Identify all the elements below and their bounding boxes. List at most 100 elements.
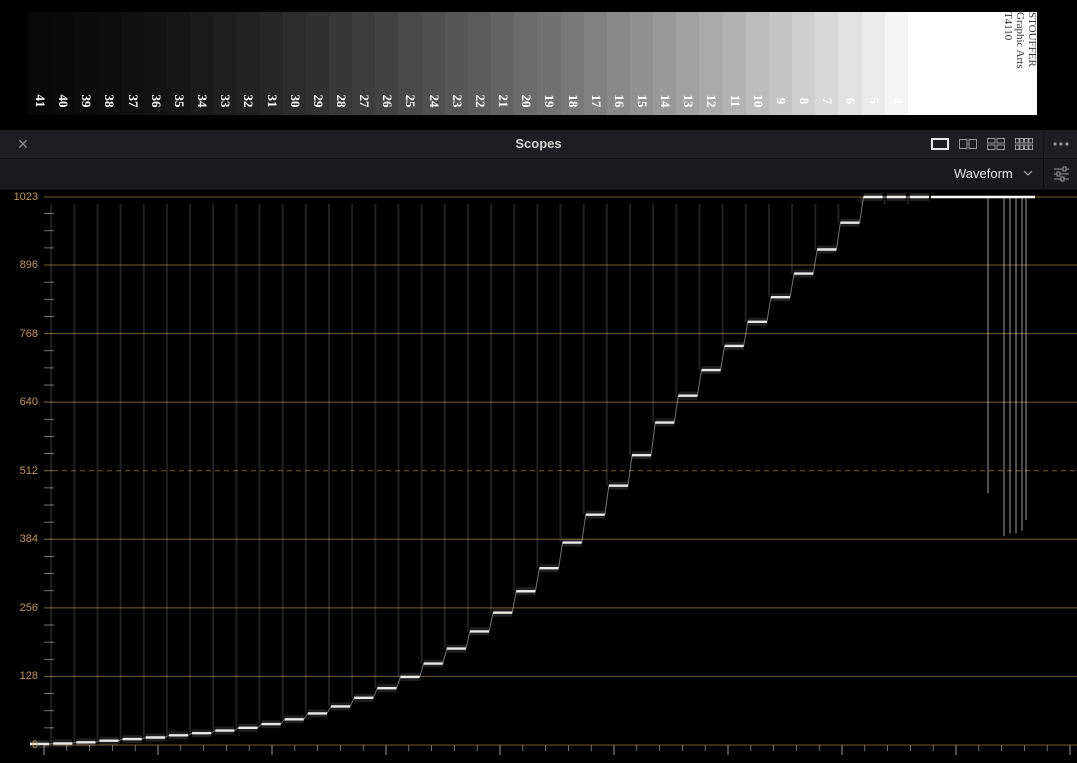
waveform-step-transition: [164, 734, 170, 738]
layout-single-icon: [931, 138, 949, 150]
y-axis-label: 0: [31, 739, 38, 751]
waveform-step-transition: [326, 706, 332, 714]
layout-single-button[interactable]: [925, 134, 955, 154]
step-wedge-patch: 30: [282, 12, 307, 115]
more-options-icon: [1053, 142, 1069, 146]
settings-sliders-icon: [1054, 166, 1069, 182]
waveform-step-transition: [604, 485, 610, 515]
waveform-step-transition: [488, 612, 494, 632]
close-icon[interactable]: ✕: [14, 135, 32, 153]
step-number: 18: [565, 94, 581, 108]
step-wedge-patch: 6: [838, 12, 863, 115]
step-number: 26: [380, 94, 396, 108]
step-wedge-patch: 12: [699, 12, 724, 115]
waveform-step-transition: [210, 730, 216, 734]
step-number: 7: [820, 97, 836, 105]
step-wedge-brand: STOUFFER Graphic Arts T4110: [1000, 12, 1040, 115]
step-number: 38: [102, 94, 118, 108]
step-number: 11: [727, 94, 743, 108]
step-wedge-patch: 22: [467, 12, 492, 115]
waveform-step-transition: [534, 568, 540, 592]
step-wedge-patch: 3: [907, 12, 932, 115]
layout-dual-button[interactable]: [953, 134, 983, 154]
step-number: 24: [426, 94, 442, 108]
step-wedge-patch: 31: [259, 12, 284, 115]
step-wedge-patch: 11: [722, 12, 747, 115]
step-wedge-patch: 4: [884, 12, 909, 115]
waveform-step-transition: [835, 222, 841, 250]
step-number: 21: [495, 94, 511, 108]
step-number: 36: [148, 94, 164, 108]
waveform-step-transition: [72, 741, 77, 744]
waveform-step-transition: [303, 713, 309, 720]
layout-dual-icon: [959, 139, 977, 149]
step-wedge-patch: 37: [120, 12, 145, 115]
step-number: 41: [32, 94, 48, 108]
step-wedge-patch: 40: [51, 12, 75, 115]
step-wedge-patch: 8: [792, 12, 816, 115]
waveform-step-transition: [187, 732, 193, 736]
waveform-step-transition: [720, 345, 726, 371]
waveform-step-transition: [141, 737, 146, 740]
brand-line-1: STOUFFER: [1026, 12, 1038, 67]
scopes-panel-header: ✕ Scopes: [0, 130, 1077, 159]
waveform-step-transition: [395, 676, 401, 689]
step-number: 28: [333, 94, 349, 108]
step-number: 25: [403, 94, 419, 108]
step-wedge-patch: 18: [560, 12, 585, 115]
step-number: 8: [796, 97, 812, 105]
step-wedge-patch: 28: [329, 12, 353, 115]
waveform-step-transition: [280, 718, 286, 725]
step-wedge-patch: 39: [74, 12, 99, 115]
brand-line-3: T4110: [1002, 12, 1014, 41]
waveform-step-transition: [696, 369, 702, 396]
scope-type-dropdown[interactable]: Waveform: [946, 164, 1038, 184]
step-number: 17: [588, 94, 604, 108]
step-wedge-patch: 21: [491, 12, 515, 115]
step-wedge-patch: 9: [768, 12, 793, 115]
waveform-step-transition: [465, 631, 471, 649]
step-wedge-patch: 20: [514, 12, 538, 115]
step-number: 37: [125, 94, 141, 108]
step-wedge-patch: 35: [166, 12, 191, 115]
step-wedge-patch: 41: [28, 12, 52, 115]
step-wedge-patch: 24: [421, 12, 446, 115]
step-number: 16: [611, 94, 627, 108]
step-number: 22: [472, 94, 488, 108]
step-wedge-patch: 26: [375, 12, 400, 115]
scopes-toolbar: Waveform: [0, 159, 1077, 190]
step-wedge-patch: 16: [606, 12, 631, 115]
step-number: 4: [889, 97, 905, 105]
step-number: 5: [866, 97, 882, 105]
waveform-step-transition: [419, 663, 425, 678]
scope-settings-button[interactable]: [1046, 164, 1076, 184]
step-number: 13: [681, 94, 697, 108]
step-number: 35: [171, 94, 187, 108]
y-axis-label: 128: [19, 670, 38, 683]
y-axis-label: 512: [19, 464, 38, 477]
step-number: 10: [750, 94, 766, 108]
y-axis-label: 640: [19, 396, 38, 409]
y-axis-label: 1023: [13, 191, 38, 203]
step-number: 23: [449, 94, 465, 108]
y-axis-label: 768: [19, 327, 38, 340]
waveform-step-transition: [234, 727, 239, 731]
step-number: 3: [912, 97, 928, 105]
waveform-step-transition: [558, 542, 564, 569]
waveform-step-transition: [95, 740, 100, 743]
step-number: 40: [56, 94, 72, 108]
step-wedge-patch: 34: [190, 12, 214, 115]
scope-type-value: Waveform: [954, 166, 1013, 181]
step-number: 27: [357, 94, 373, 108]
more-options-button[interactable]: [1046, 134, 1076, 154]
step-wedge-patch: 27: [352, 12, 376, 115]
waveform-step-transition: [442, 648, 448, 664]
layout-multi-button[interactable]: [1009, 134, 1039, 154]
viewer-image: 41 40 39 38 37 36 35 34 33 32 31 30 29 28 27 26 25 24 23 22…: [0, 0, 1077, 130]
step-wedge-patch: 5: [861, 12, 886, 115]
layout-quad-icon: [987, 138, 1005, 150]
layout-quad-button[interactable]: [981, 134, 1011, 154]
waveform-step-transition: [673, 395, 679, 423]
waveform-step-transition: [372, 688, 378, 699]
step-number: 33: [218, 94, 234, 108]
